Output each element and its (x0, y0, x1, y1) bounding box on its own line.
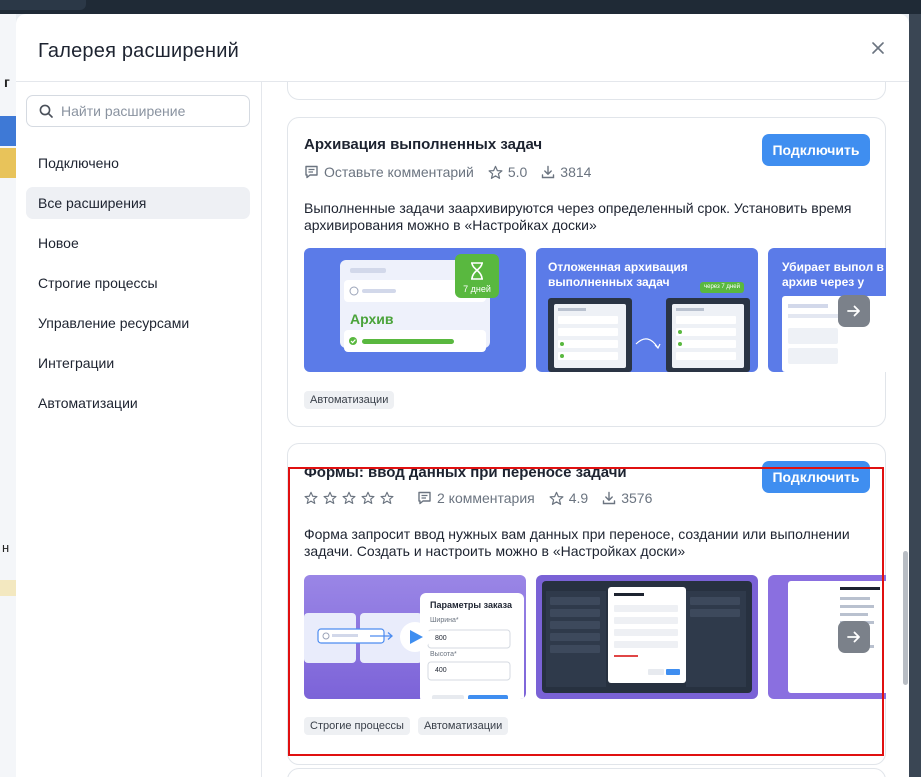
background-letter: н (2, 540, 10, 555)
connect-button[interactable]: Подключить (762, 134, 870, 166)
rating: 5.0 (488, 164, 527, 180)
comments-text: 2 комментария (437, 490, 535, 506)
rating-value: 5.0 (507, 164, 528, 180)
extension-card-partial (287, 768, 886, 777)
download-icon (542, 165, 555, 179)
downloads-count: 3814 (560, 164, 592, 180)
comments-link[interactable]: 2 комментария (417, 490, 535, 506)
form-field-value: 800 (435, 635, 447, 642)
rate-stars[interactable] (304, 491, 399, 505)
sidebar-item-new[interactable]: Новое (26, 227, 250, 259)
extension-card-forms: Формы: ввод данных при переносе задачи П… (287, 443, 886, 765)
tag[interactable]: Строгие процессы (304, 717, 410, 735)
modal-title: Галерея расширений (38, 40, 239, 62)
screenshot-2[interactable]: Отложенная архивация выполненных задач ч… (536, 248, 758, 372)
form-field-value: 400 (435, 667, 447, 674)
connect-button[interactable]: Подключить (762, 461, 870, 493)
screenshot-1[interactable]: 7 дней Архив (304, 248, 526, 372)
delayed-archive-illustration (548, 298, 750, 372)
extension-description: Выполненные задачи заархивируются через … (304, 200, 852, 233)
comments-text: Оставьте комментарий (324, 164, 474, 180)
star-icon (488, 165, 503, 179)
form-field-label: Ширина* (430, 617, 459, 624)
screenshots-carousel: 7 дней Архив Отложенная архивация выполн… (304, 248, 886, 372)
screenshot-1[interactable]: Параметры заказа Ширина* 800 Высота* 400 (304, 575, 526, 699)
star-outline-icon[interactable] (304, 491, 318, 505)
comment-icon (418, 491, 431, 505)
archive-label: Архив (350, 311, 394, 327)
sidebar-item-integrations[interactable]: Интеграции (26, 347, 250, 379)
close-button[interactable] (866, 36, 890, 60)
sidebar-nav: Подключено Все расширения Новое Строгие … (26, 147, 250, 427)
tags: Строгие процессы Автоматизации (304, 717, 516, 735)
search-input[interactable] (61, 103, 231, 119)
background-tab (0, 0, 86, 10)
screenshots-carousel: Параметры заказа Ширина* 800 Высота* 400 (304, 575, 886, 699)
extension-card-partial (287, 82, 886, 100)
background-topbar (0, 0, 921, 14)
next-screenshot-button[interactable] (838, 295, 870, 327)
form-field-label: Высота* (430, 651, 457, 658)
star-icon (549, 491, 564, 505)
extensions-list: Архивация выполненных задач Подключить О… (263, 82, 909, 777)
comments-link[interactable]: Оставьте комментарий (304, 164, 474, 180)
star-outline-icon[interactable] (342, 491, 356, 505)
background-yellow-strip (0, 148, 16, 178)
rating: 4.9 (549, 490, 588, 506)
board-dialog-illustration (542, 581, 752, 693)
background-letter: г (4, 74, 10, 90)
search-box (26, 95, 250, 127)
tag[interactable]: Автоматизации (304, 391, 395, 409)
extension-title: Формы: ввод данных при переносе задачи (304, 464, 627, 481)
arrow-right-icon (847, 305, 860, 317)
days-badge: 7 дней (463, 284, 491, 294)
star-outline-icon[interactable] (323, 491, 337, 505)
sidebar-item-resource-management[interactable]: Управление ресурсами (26, 307, 250, 339)
next-screenshot-button[interactable] (838, 621, 870, 653)
downloads: 3576 (602, 490, 652, 506)
tags: Автоматизации (304, 391, 402, 409)
sidebar-item-all-extensions[interactable]: Все расширения (26, 187, 250, 219)
tag[interactable]: Автоматизации (417, 717, 509, 735)
close-icon (872, 42, 884, 54)
extension-title: Архивация выполненных задач (304, 136, 543, 153)
downloads: 3814 (541, 164, 591, 180)
search-icon (39, 104, 53, 118)
rating-value: 4.9 (568, 490, 589, 506)
arrow-right-icon (847, 631, 860, 643)
background-light-strip (0, 580, 16, 596)
extension-description: Форма запросит ввод нужных вам данных пр… (304, 526, 850, 559)
extensions-gallery-modal: Галерея расширений Подключено Все расшир… (16, 14, 909, 777)
archive-illustration (340, 254, 499, 352)
extension-meta: 2 комментария 4.9 3576 (304, 490, 666, 506)
background-right-panel (909, 14, 921, 777)
download-icon (603, 491, 616, 505)
sidebar-item-strict-processes[interactable]: Строгие процессы (26, 267, 250, 299)
background-blue-strip (0, 116, 16, 146)
scrollbar-thumb[interactable] (903, 551, 908, 685)
star-outline-icon[interactable] (380, 491, 394, 505)
downloads-count: 3576 (621, 490, 653, 506)
sidebar-item-automations[interactable]: Автоматизации (26, 387, 250, 419)
extension-meta: Оставьте комментарий 5.0 3814 (304, 164, 605, 180)
star-outline-icon[interactable] (361, 491, 375, 505)
sidebar: Подключено Все расширения Новое Строгие … (16, 82, 262, 777)
form-illustration (304, 593, 524, 699)
modal-header: Галерея расширений (16, 14, 909, 82)
extension-card-archiving: Архивация выполненных задач Подключить О… (287, 117, 886, 427)
form-title: Параметры заказа (430, 600, 512, 610)
screenshot-2[interactable] (536, 575, 758, 699)
sidebar-item-connected[interactable]: Подключено (26, 147, 250, 179)
comment-icon (305, 165, 318, 179)
